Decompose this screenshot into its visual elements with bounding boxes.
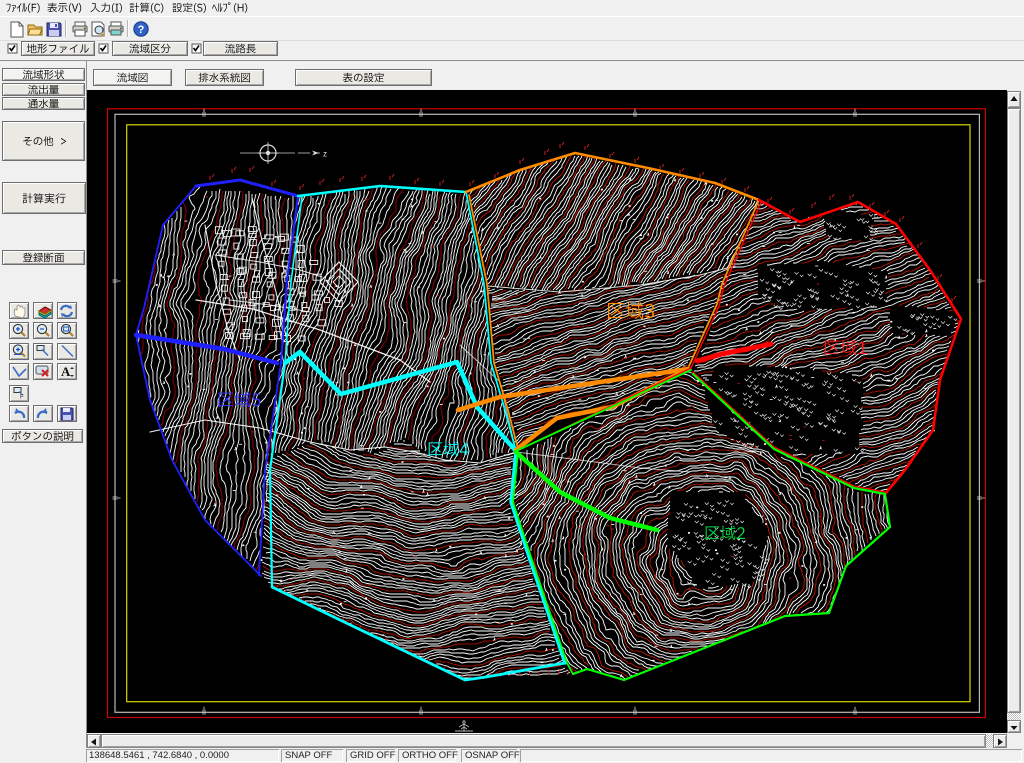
- svg-text:?: ?: [138, 24, 145, 36]
- svg-text:z: z: [323, 150, 327, 159]
